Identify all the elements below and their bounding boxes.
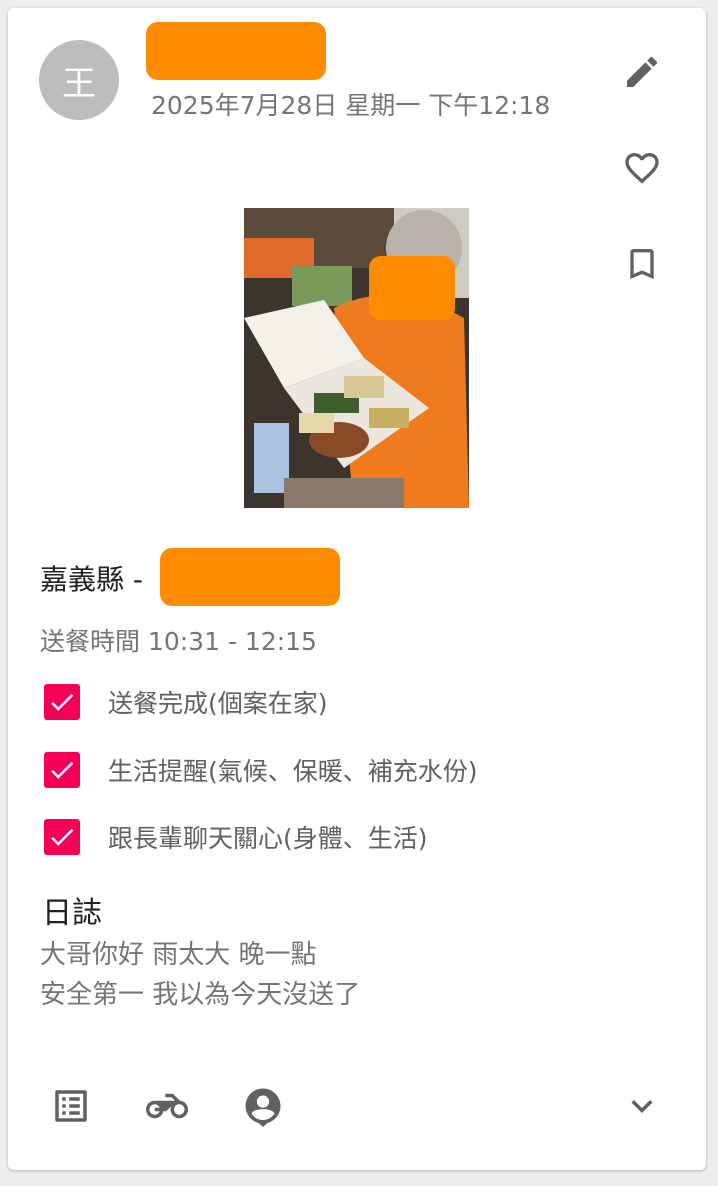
location-label: 嘉義縣 - — [40, 563, 144, 596]
redacted-author-name — [146, 22, 326, 80]
redacted-recipient-name — [160, 548, 340, 606]
check-icon — [51, 693, 74, 711]
edit-button[interactable] — [614, 44, 670, 100]
log-title: 日誌 — [42, 896, 102, 931]
bookmark-outline-icon — [630, 249, 654, 279]
checklist-item[interactable]: 送餐完成(個案在家) — [44, 682, 328, 722]
checkbox-checked[interactable] — [44, 684, 80, 720]
check-icon — [51, 761, 74, 779]
check-icon — [51, 828, 74, 846]
heart-outline-icon — [625, 153, 659, 184]
avatar: 王 — [39, 40, 119, 120]
post-photo[interactable] — [244, 208, 469, 508]
recipient-button[interactable] — [239, 1082, 287, 1130]
bookmark-button[interactable] — [614, 236, 670, 292]
motorcycle-icon — [146, 1093, 188, 1119]
checklist-label: 生活提醒(氣候、保暖、補充水份) — [108, 757, 478, 786]
checklist-item[interactable]: 生活提醒(氣候、保暖、補充水份) — [44, 750, 478, 790]
checkbox-checked[interactable] — [44, 819, 80, 855]
post-card: 王 2025年7月28日 星期一 下午12:18 嘉義縣 - 送餐時間 10:3… — [8, 8, 706, 1170]
log-line: 大哥你好 雨太大 晚一點 — [40, 940, 317, 970]
delivery-time: 送餐時間 10:31 - 12:15 — [40, 627, 317, 656]
log-line: 安全第一 我以為今天沒送了 — [40, 980, 361, 1010]
checklist-label: 送餐完成(個案在家) — [108, 689, 328, 718]
like-button[interactable] — [614, 140, 670, 196]
list-icon — [55, 1090, 87, 1122]
checkbox-checked[interactable] — [44, 752, 80, 788]
account-pin-icon — [245, 1088, 281, 1127]
redacted-face — [369, 256, 455, 320]
meal-delivery-photo — [244, 208, 469, 508]
checklist-item[interactable]: 跟長輩聊天關心(身體、生活) — [44, 817, 428, 857]
list-button[interactable] — [47, 1082, 95, 1130]
chevron-down-icon — [631, 1100, 653, 1113]
delivery-button[interactable] — [143, 1082, 191, 1130]
post-date: 2025年7月28日 星期一 下午12:18 — [151, 91, 551, 120]
expand-button[interactable] — [618, 1082, 666, 1130]
pencil-icon — [627, 56, 658, 87]
checklist-label: 跟長輩聊天關心(身體、生活) — [108, 824, 428, 853]
